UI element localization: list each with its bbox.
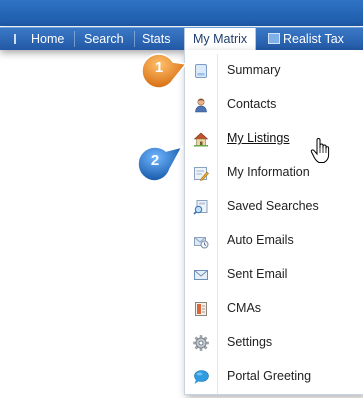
menu-divider <box>217 258 218 292</box>
top-banner <box>0 0 363 26</box>
nav-left-edge <box>14 34 16 44</box>
menu-divider <box>217 360 218 394</box>
nav-separator <box>134 31 135 47</box>
hand-pointer-cursor-icon <box>310 138 330 163</box>
edit-form-icon <box>194 167 209 181</box>
menu-item-settings[interactable]: Settings <box>185 326 363 360</box>
auto-email-icon <box>194 237 209 249</box>
menu-item-label: My Listings <box>227 131 290 145</box>
nav-my-matrix[interactable]: My Matrix <box>184 28 257 50</box>
menu-item-label: Summary <box>227 63 281 77</box>
menu-divider <box>217 326 218 360</box>
menu-item-label: Auto Emails <box>227 233 294 247</box>
envelope-icon <box>194 270 208 280</box>
speech-bubble-icon <box>194 370 209 384</box>
callout-step-1: 1 <box>140 52 188 90</box>
nav-search[interactable]: Search <box>84 28 124 50</box>
menu-divider <box>217 190 218 224</box>
menu-divider <box>217 122 218 156</box>
menu-item-cmas[interactable]: CMAs <box>185 292 363 326</box>
callout-1-number: 1 <box>154 59 164 76</box>
menu-divider <box>217 54 218 88</box>
callout-2-number: 2 <box>150 152 160 169</box>
menu-item-portal-greeting[interactable]: Portal Greeting <box>185 360 363 394</box>
document-icon <box>195 64 207 78</box>
main-navigation-bar: Home Search Stats My Matrix Realist Tax <box>0 27 363 50</box>
person-icon <box>195 98 207 113</box>
menu-divider <box>217 156 218 190</box>
realist-window-icon <box>268 33 280 44</box>
menu-item-saved-searches[interactable]: Saved Searches <box>185 190 363 224</box>
menu-item-my-information[interactable]: My Information <box>185 156 363 190</box>
nav-separator <box>74 31 75 47</box>
menu-divider <box>217 88 218 122</box>
menu-item-label: CMAs <box>227 301 262 315</box>
menu-item-label: My Information <box>227 165 310 179</box>
nav-stats[interactable]: Stats <box>142 28 171 50</box>
menu-item-sent-email[interactable]: Sent Email <box>185 258 363 292</box>
menu-item-contacts[interactable]: Contacts <box>185 88 363 122</box>
nav-realist-tax[interactable]: Realist Tax <box>268 28 344 50</box>
gear-icon <box>193 335 209 351</box>
menu-item-label: Portal Greeting <box>227 369 312 383</box>
nav-realist-tax-label: Realist Tax <box>283 32 344 46</box>
menu-divider <box>217 292 218 326</box>
menu-item-label: Saved Searches <box>227 199 319 213</box>
my-matrix-dropdown-menu: Summary Contacts My Listings My Informat… <box>184 50 363 395</box>
menu-item-label: Sent Email <box>227 267 288 281</box>
house-icon <box>193 132 209 147</box>
menu-item-auto-emails[interactable]: Auto Emails <box>185 224 363 258</box>
report-icon <box>195 302 207 316</box>
callout-step-2: 2 <box>136 145 184 183</box>
menu-item-label: Contacts <box>227 97 277 111</box>
saved-search-icon <box>193 200 208 215</box>
menu-item-label: Settings <box>227 335 273 349</box>
menu-item-summary[interactable]: Summary <box>185 54 363 88</box>
menu-divider <box>217 224 218 258</box>
menu-item-my-listings[interactable]: My Listings <box>185 122 363 156</box>
nav-home[interactable]: Home <box>31 28 64 50</box>
